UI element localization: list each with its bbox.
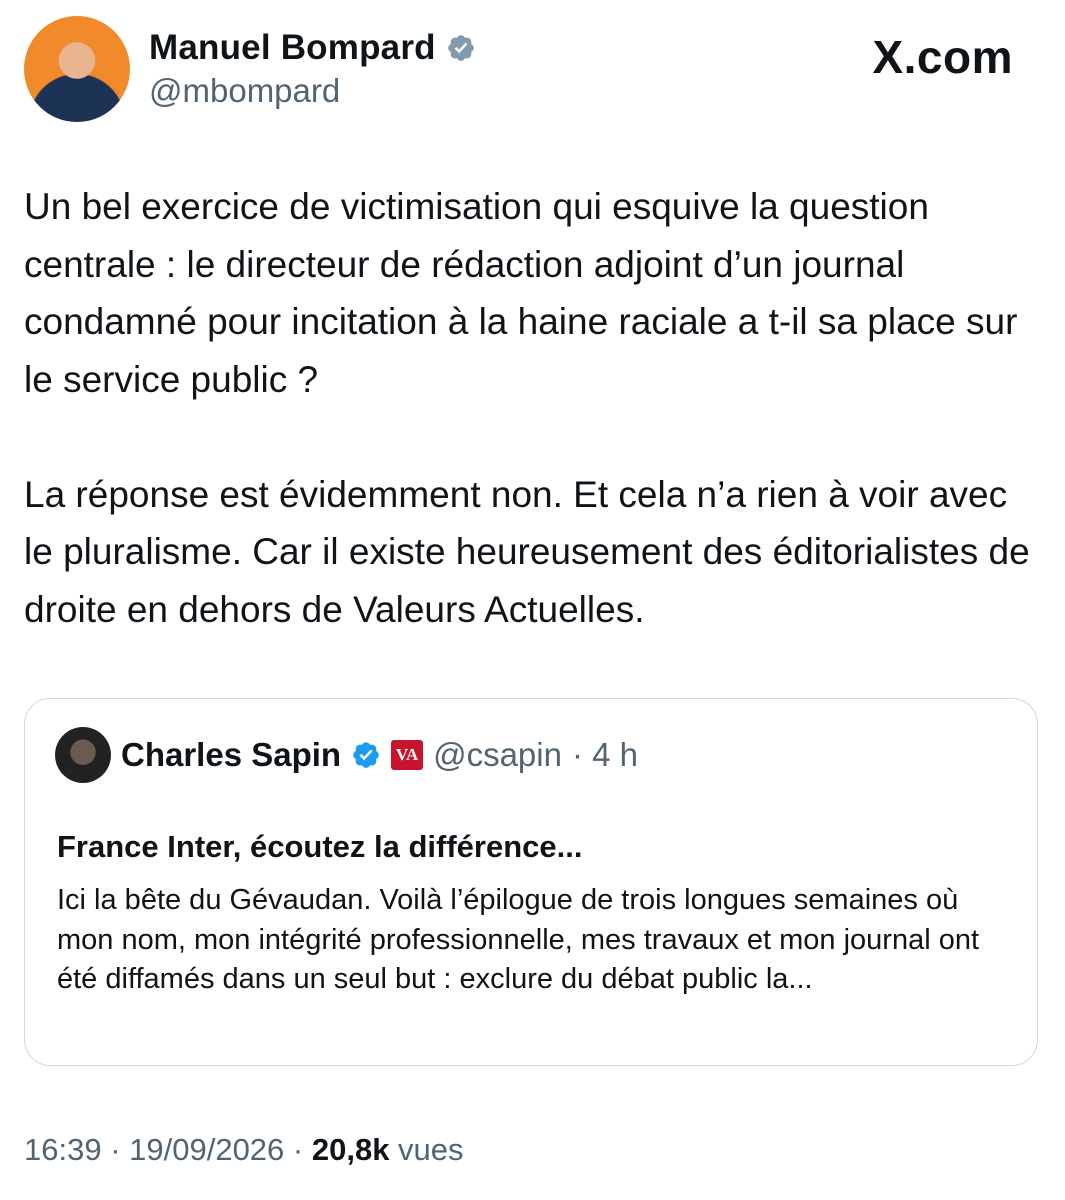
quoted-tweet-header: Charles Sapin VA @csapin · 4 h bbox=[55, 727, 638, 783]
tweet-text: Un bel exercice de victimisation qui esq… bbox=[24, 178, 1044, 638]
tweet-time[interactable]: 16:39 bbox=[24, 1132, 102, 1167]
quoted-tweet-time: · 4 h bbox=[571, 736, 639, 773]
tweet-metadata: 16:39 · 19/09/2026 · 20,8k vues bbox=[24, 1132, 464, 1168]
affiliation-badge-icon: VA bbox=[391, 740, 424, 770]
author-name[interactable]: Manuel Bompard bbox=[149, 28, 436, 68]
quoted-tweet-body: Ici la bête du Gévaudan. Voilà l’épilogu… bbox=[57, 884, 980, 995]
tweet-paragraph-2: La réponse est évidemment non. Et cela n… bbox=[24, 473, 1030, 630]
x-com-logo: X.com bbox=[872, 31, 1013, 83]
separator-dot: · bbox=[101, 1132, 130, 1167]
author-handle[interactable]: @mbompard bbox=[149, 72, 340, 110]
tweet-header: Manuel Bompard @mbompard X.com bbox=[24, 16, 1041, 126]
author-avatar[interactable] bbox=[24, 16, 130, 122]
verified-badge-icon bbox=[353, 742, 379, 768]
quoted-author-avatar[interactable] bbox=[55, 727, 111, 783]
tweet-paragraph-1: Un bel exercice de victimisation qui esq… bbox=[24, 186, 1018, 400]
view-count[interactable]: 20,8k bbox=[312, 1132, 390, 1167]
quoted-author-handle[interactable]: @csapin bbox=[433, 736, 562, 774]
quoted-tweet-title: France Inter, écoutez la différence... bbox=[57, 829, 583, 864]
verified-badge-icon bbox=[447, 35, 474, 61]
tweet-date[interactable]: 19/09/2026 bbox=[129, 1132, 284, 1167]
separator-dot: · bbox=[284, 1132, 312, 1167]
quoted-tweet-card[interactable]: Charles Sapin VA @csapin · 4 h France In… bbox=[24, 698, 1038, 1066]
views-label: vues bbox=[389, 1132, 464, 1167]
quoted-author-name[interactable]: Charles Sapin bbox=[121, 736, 341, 774]
author-name-row: Manuel Bompard bbox=[149, 28, 476, 68]
